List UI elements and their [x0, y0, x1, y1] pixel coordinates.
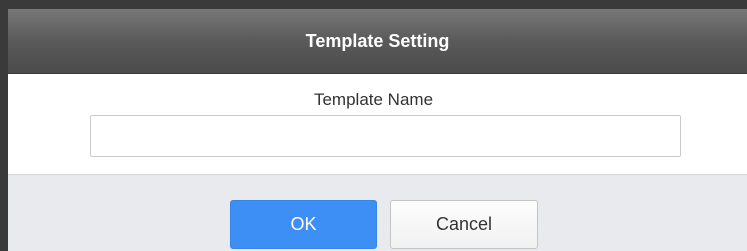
- template-name-label: Template Name: [313, 90, 434, 109]
- template-name-input[interactable]: [90, 115, 681, 157]
- dialog-body: Template Name: [8, 74, 747, 174]
- template-setting-dialog: Template Setting Template Name OK Cancel: [0, 0, 747, 251]
- dialog-footer: OK Cancel: [8, 174, 747, 251]
- ok-button[interactable]: OK: [230, 200, 377, 249]
- dialog-title-bar[interactable]: Template Setting: [8, 9, 747, 74]
- cancel-button[interactable]: Cancel: [390, 200, 538, 249]
- dialog-title: Template Setting: [305, 30, 450, 51]
